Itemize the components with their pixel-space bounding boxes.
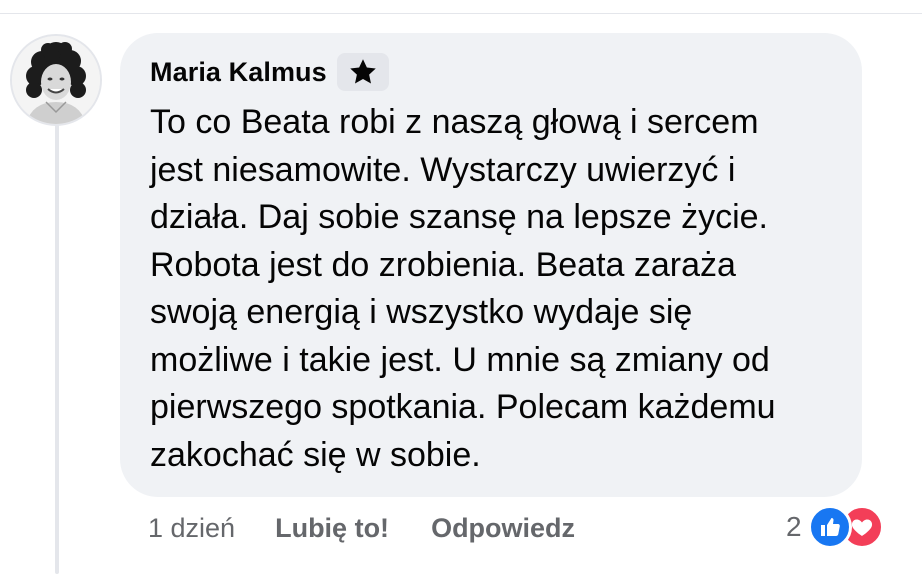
star-icon bbox=[350, 59, 376, 84]
like-button[interactable]: Lubię to! bbox=[275, 513, 389, 544]
reply-button[interactable]: Odpowiedz bbox=[431, 513, 575, 544]
comment-actions: 1 dzień Lubię to! Odpowiedz bbox=[148, 508, 575, 548]
avatar-photo bbox=[12, 36, 100, 124]
thread-line bbox=[55, 120, 59, 574]
comment-timestamp[interactable]: 1 dzień bbox=[148, 513, 235, 544]
author-row: Maria Kalmus bbox=[150, 53, 832, 91]
comment-text: To co Beata robi z naszą głową i sercem … bbox=[150, 103, 776, 474]
comment-bubble: Maria Kalmus To co Beata robi z naszą gł… bbox=[120, 33, 862, 497]
reaction-count: 2 bbox=[786, 511, 802, 542]
top-divider bbox=[0, 13, 922, 14]
reactions-summary[interactable]: 2 bbox=[786, 505, 884, 549]
top-fan-badge[interactable] bbox=[336, 53, 389, 91]
thumbs-up-icon bbox=[807, 505, 852, 549]
author-name[interactable]: Maria Kalmus bbox=[150, 57, 327, 88]
avatar[interactable] bbox=[10, 34, 102, 126]
